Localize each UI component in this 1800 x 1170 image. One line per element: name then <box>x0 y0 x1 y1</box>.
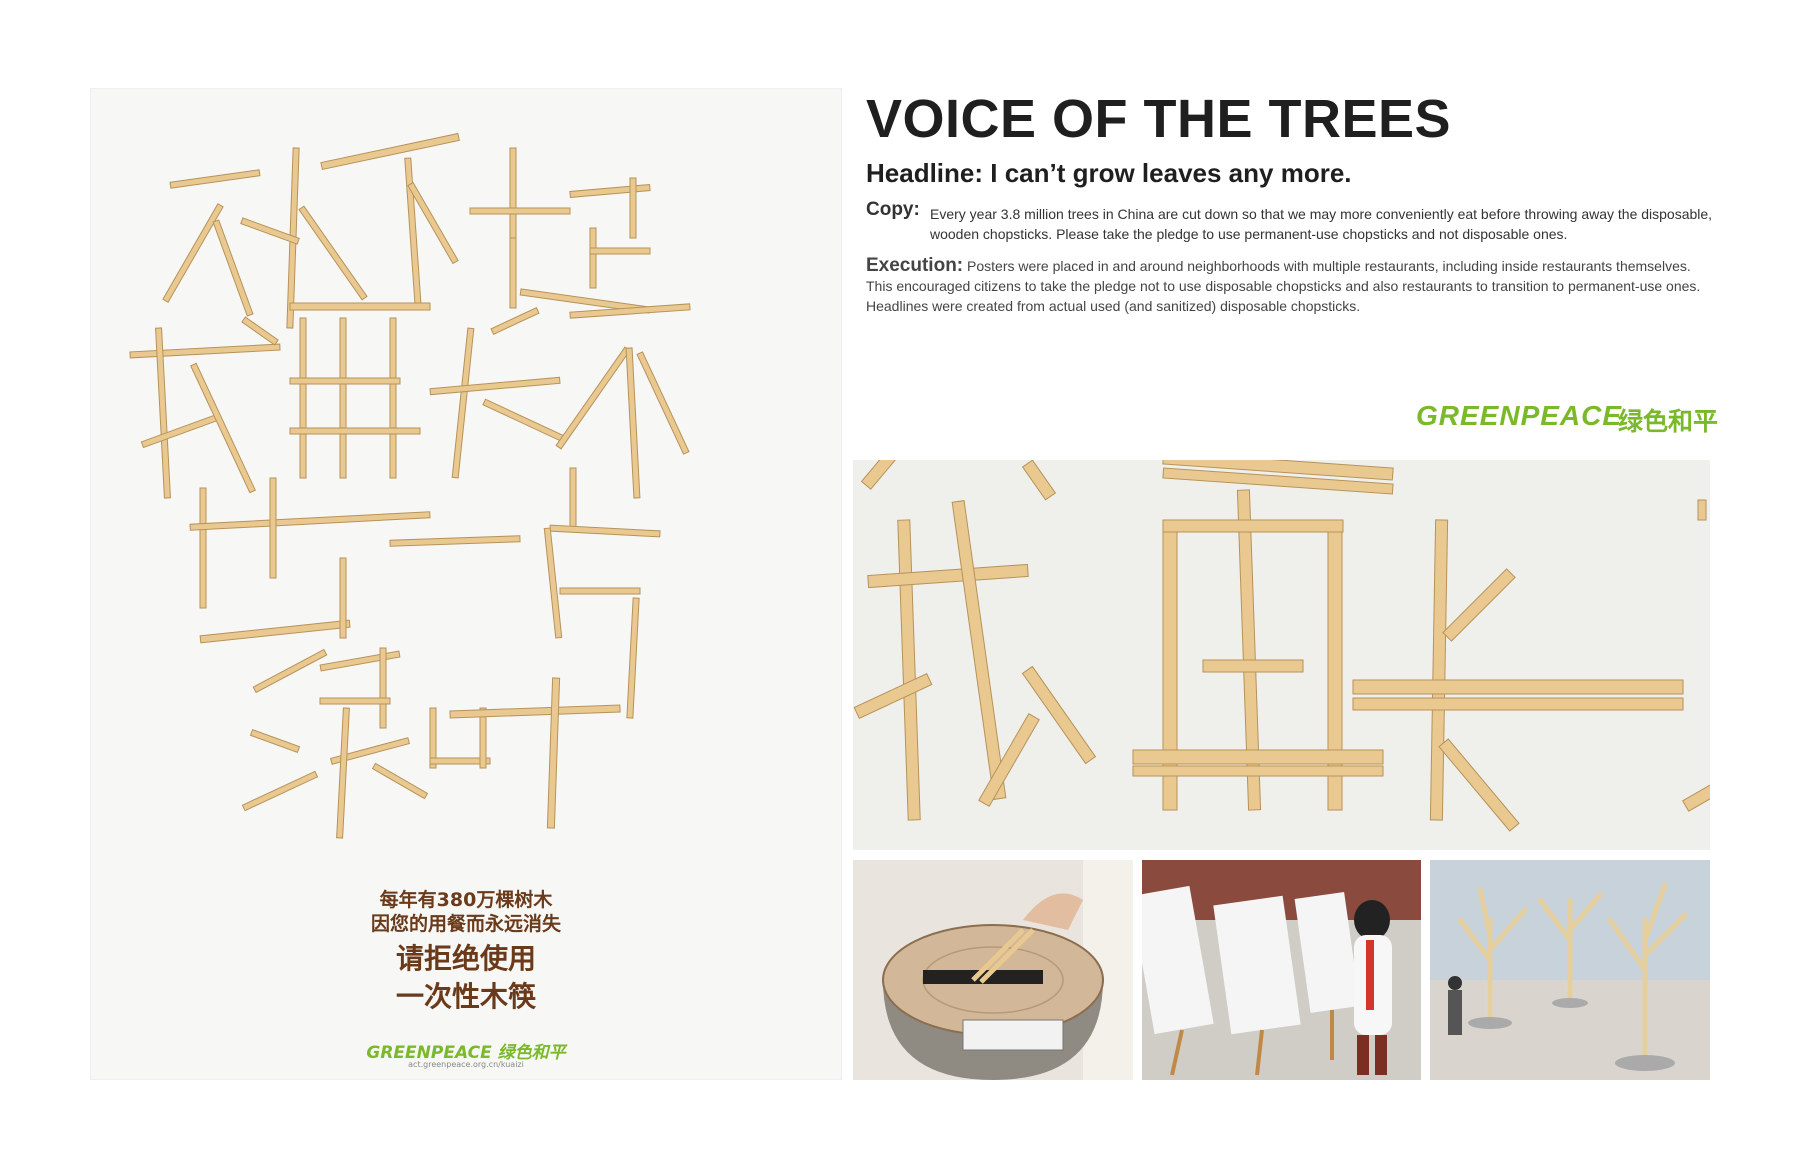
greenpeace-logo-cn: 绿色和平 <box>1618 407 1719 436</box>
poster: 每年有380万棵树木 因您的用餐而永远消失 请拒绝使用 一次性木筷 GREENP… <box>90 88 842 1080</box>
copy-label: Copy: <box>866 199 920 220</box>
greenpeace-logo: GREENPEACE <box>1416 400 1623 431</box>
poster-url: act.greenpeace.org.cn/kuaizi <box>408 1060 524 1069</box>
execution-label: Execution: <box>866 255 964 276</box>
copy-block: Copy: Every year 3.8 million trees in Ch… <box>866 199 1714 243</box>
chopstick-trees-photo <box>1430 860 1710 1080</box>
chopstick-closeup-photo <box>853 460 1710 850</box>
page-title: VOICE OF THE TREES <box>866 89 1452 149</box>
headline: Headline: I can’t grow leaves any more. <box>866 158 1352 188</box>
tree-stump-pledge-box-photo <box>853 860 1133 1080</box>
poster-line-2: 因您的用餐而永远消失 <box>370 913 561 935</box>
street-posters-photo <box>1142 860 1421 1080</box>
poster-line-3: 请拒绝使用 <box>395 942 536 975</box>
execution-text: Posters were placed in and around neighb… <box>866 258 1701 314</box>
poster-line-1: 每年有380万棵树木 <box>379 889 553 911</box>
copy-text: Every year 3.8 million trees in China ar… <box>930 206 1713 242</box>
poster-line-4: 一次性木筷 <box>395 980 536 1013</box>
execution-block: Execution: Posters were placed in and ar… <box>866 256 1714 316</box>
